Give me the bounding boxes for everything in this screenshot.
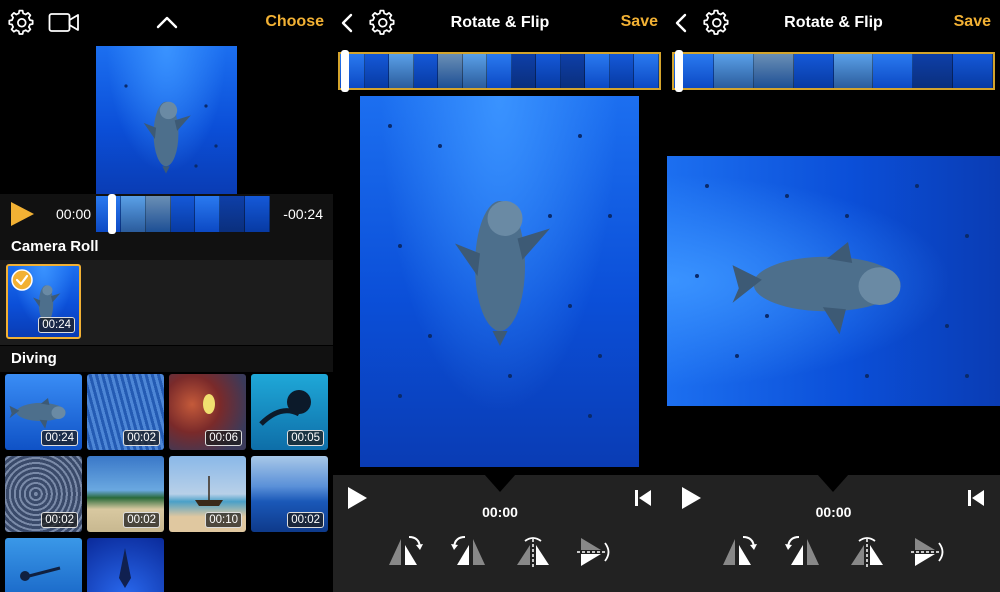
duration-badge: 00:02 (41, 512, 78, 528)
current-time: 00:00 (56, 206, 92, 222)
diving-thumbnail-7[interactable]: 00:10 (169, 456, 246, 532)
gear-icon[interactable] (369, 9, 397, 37)
diving-thumbnail-8[interactable]: 00:02 (251, 456, 328, 532)
rotate-flip-portrait-panel: Rotate & Flip Save 00:00 (333, 0, 667, 592)
duration-badge: 00:02 (123, 512, 160, 528)
video-canvas[interactable] (667, 156, 1000, 406)
flip-vertical-icon[interactable] (911, 535, 947, 569)
editor-controls: 00:00 (667, 474, 1000, 592)
diving-thumbnail-4[interactable]: 00:05 (251, 374, 328, 450)
editor-controls: 00:00 (333, 474, 667, 592)
current-time: 00:00 (482, 504, 518, 520)
checkmark-icon (11, 269, 33, 291)
diving-thumbnail-9[interactable] (5, 538, 82, 592)
duration-badge: 00:24 (38, 317, 75, 333)
gear-icon[interactable] (703, 9, 731, 37)
duration-badge: 00:24 (41, 430, 78, 446)
camera-roll-header: Camera Roll (0, 234, 333, 260)
duration-badge: 00:10 (205, 512, 242, 528)
flip-horizontal-icon[interactable] (515, 535, 551, 569)
preview-fish-illustration (124, 84, 218, 174)
remaining-time: -00:24 (283, 206, 323, 222)
skip-to-start-icon[interactable] (633, 488, 653, 508)
save-button[interactable]: Save (621, 13, 658, 31)
flip-vertical-icon[interactable] (577, 535, 613, 569)
diving-thumbnail-1[interactable]: 00:24 (5, 374, 82, 450)
save-button[interactable]: Save (954, 13, 991, 31)
picker-filmstrip[interactable] (96, 196, 270, 232)
scrubber-handle[interactable] (675, 50, 683, 92)
chevron-left-icon[interactable] (673, 12, 689, 34)
duration-badge: 00:05 (287, 430, 324, 446)
camera-roll-thumbnail[interactable]: 00:24 (6, 264, 81, 339)
play-icon[interactable] (8, 200, 36, 228)
duration-badge: 00:06 (205, 430, 242, 446)
editor-filmstrip[interactable] (672, 52, 995, 90)
editor-top-bar: Rotate & Flip Save (333, 0, 667, 46)
scrubber-handle[interactable] (108, 194, 116, 234)
rotate-left-icon[interactable] (721, 535, 757, 569)
rotate-right-icon[interactable] (451, 535, 487, 569)
video-fish-illustration (388, 124, 612, 418)
skip-to-start-icon[interactable] (966, 488, 986, 508)
diving-thumbnail-10[interactable] (87, 538, 164, 592)
video-camera-icon[interactable] (48, 12, 80, 34)
rotate-right-icon[interactable] (785, 535, 821, 569)
chevron-up-icon[interactable] (155, 14, 179, 30)
rotate-left-icon[interactable] (387, 535, 423, 569)
current-time: 00:00 (815, 504, 852, 520)
duration-badge: 00:02 (287, 512, 324, 528)
flip-horizontal-icon[interactable] (849, 535, 885, 569)
scrubber-handle[interactable] (341, 50, 349, 92)
diving-thumbnail-6[interactable]: 00:02 (87, 456, 164, 532)
diving-thumbnail-5[interactable]: 00:02 (5, 456, 82, 532)
diving-thumbnail-3[interactable]: 00:06 (169, 374, 246, 450)
selected-video-preview[interactable] (96, 46, 237, 194)
playback-row: 00:00 -00:24 (0, 194, 333, 234)
picker-top-bar: Choose (0, 0, 333, 46)
editor-filmstrip[interactable] (338, 52, 661, 90)
editor-top-bar: Rotate & Flip Save (667, 0, 1000, 46)
choose-button[interactable]: Choose (265, 13, 324, 31)
rotate-flip-landscape-panel: Rotate & Flip Save 00:00 (667, 0, 1000, 592)
diving-header: Diving (0, 346, 333, 372)
duration-badge: 00:02 (123, 430, 160, 446)
video-picker-panel: Choose 00:00 -00:24 Camera Roll 00:24 Di… (0, 0, 333, 592)
gear-icon[interactable] (8, 9, 36, 37)
diving-thumbnail-2[interactable]: 00:02 (87, 374, 164, 450)
chevron-left-icon[interactable] (339, 12, 355, 34)
video-fish-illustration (695, 184, 969, 378)
video-canvas[interactable] (360, 96, 639, 467)
